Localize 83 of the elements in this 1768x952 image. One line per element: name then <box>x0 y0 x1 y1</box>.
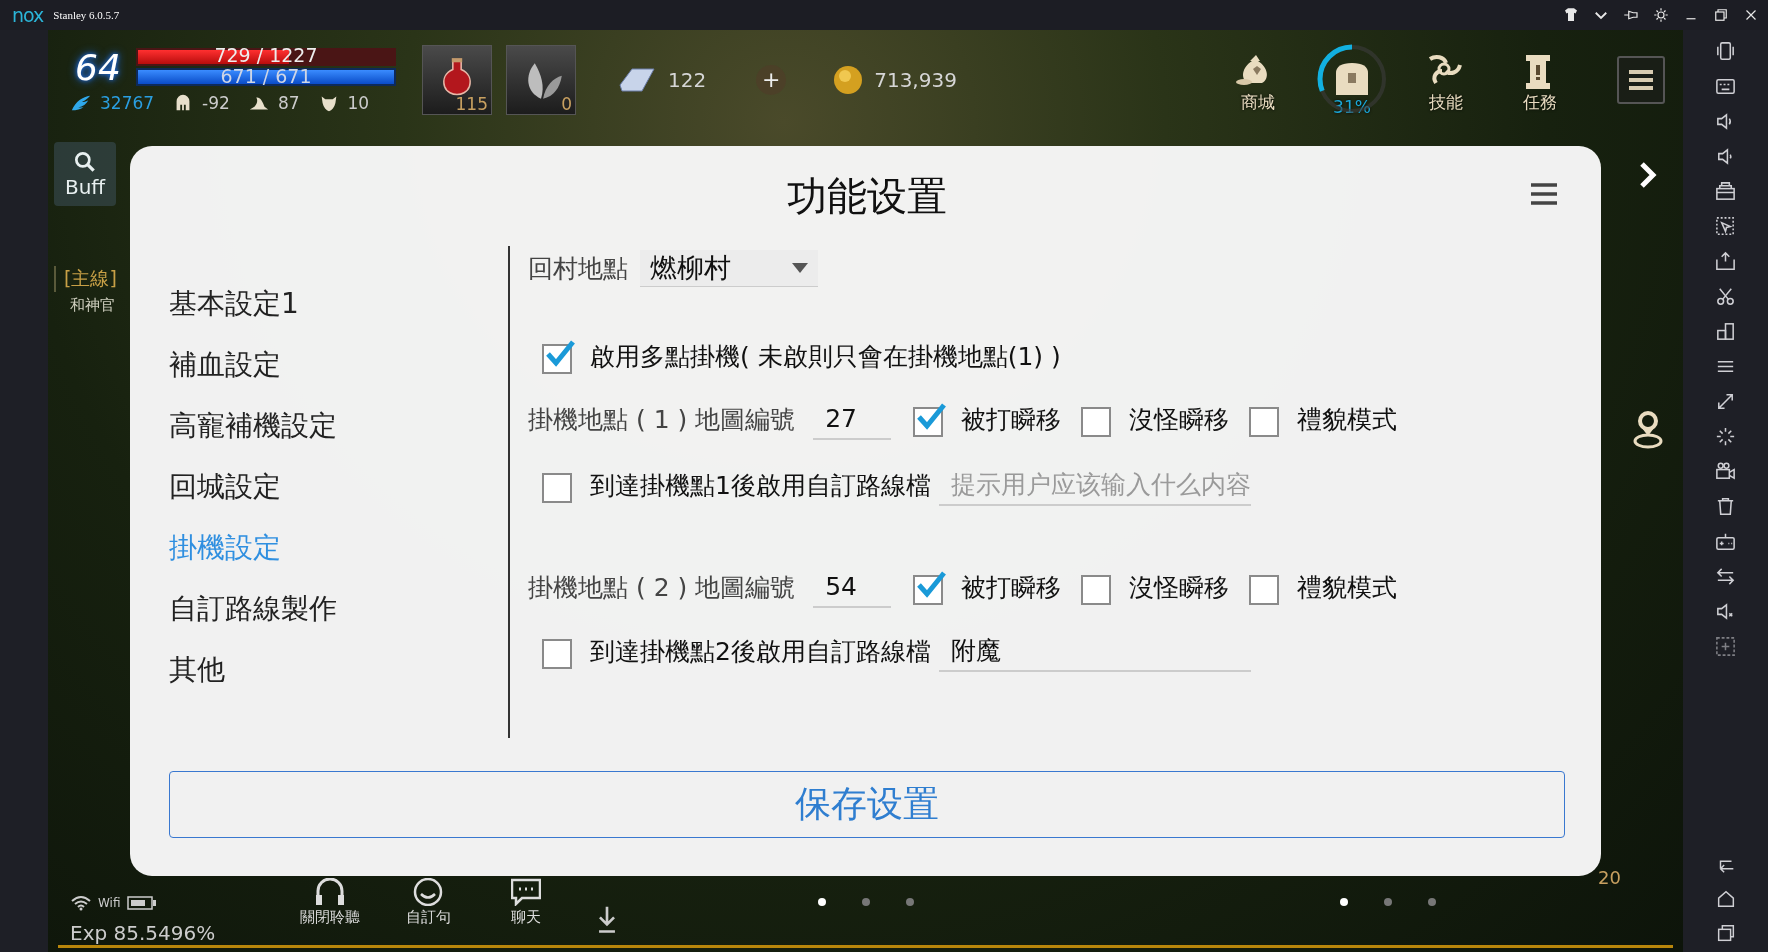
level-number: 64 <box>74 46 122 88</box>
page-dot[interactable] <box>1384 898 1392 906</box>
add-window-icon[interactable] <box>1714 635 1737 658</box>
checkbox-label: 到達掛機點1後啟用自訂路線檔 <box>590 469 931 502</box>
page-dot[interactable] <box>1340 898 1348 906</box>
dropdown-arrow-icon <box>792 262 808 273</box>
checkbox-label: 被打瞬移 <box>961 571 1062 604</box>
wifi-label: Wifi <box>98 896 121 910</box>
item-slot[interactable]: 0 <box>506 45 576 115</box>
dialog-title: 功能设置 <box>787 171 947 221</box>
hud-menu-button[interactable]: 商城 <box>1219 46 1297 114</box>
checkbox-label: 啟用多點掛機( 未啟則只會在掛機地點(1) ) <box>590 340 1061 373</box>
page-dot[interactable] <box>906 898 914 906</box>
checkbox-label: 沒怪瞬移 <box>1129 403 1230 436</box>
pointer-select-icon[interactable] <box>1714 215 1737 238</box>
field-label: 掛機地點 ( 1 ) 地圖編號 <box>528 403 796 436</box>
settings-menu-item[interactable]: 補血設定 <box>169 344 281 386</box>
checkbox-label: 禮貌模式 <box>1297 403 1398 436</box>
field-label: 掛機地點 ( 2 ) 地圖編號 <box>528 571 796 604</box>
battery-icon <box>126 895 157 911</box>
settings-menu-item[interactable]: 自訂路線製作 <box>169 588 337 630</box>
stat-value: 87 <box>277 92 300 113</box>
smiley-icon <box>413 877 443 906</box>
route-file-field[interactable]: 附魔 <box>938 630 1251 672</box>
checkbox-label: 到達掛機點2後啟用自訂路線檔 <box>590 635 931 668</box>
page-dot[interactable] <box>862 898 870 906</box>
multi-window-icon[interactable] <box>1714 320 1737 343</box>
checkbox[interactable] <box>542 338 578 374</box>
toolbox-icon[interactable] <box>1714 180 1737 203</box>
hud-menu-button[interactable]: 任務 <box>1501 46 1579 114</box>
add-button[interactable]: + <box>756 65 787 95</box>
apk-install-icon[interactable] <box>1714 250 1737 273</box>
chat-button[interactable]: 關閉聆聽 <box>290 877 370 927</box>
download-arrow-icon[interactable] <box>596 905 618 935</box>
coin-icon <box>832 64 865 96</box>
field-label: 回村地點 <box>528 252 628 285</box>
settings-menu-item[interactable]: 高寵補機設定 <box>169 405 337 447</box>
window-title: Stanley 6.0.5.7 <box>53 9 120 21</box>
speech-bubble-icon <box>511 877 541 906</box>
item-count: 20 <box>1598 867 1621 888</box>
chat-button[interactable]: 自訂句 <box>388 877 468 927</box>
page-dot[interactable] <box>818 898 826 906</box>
mp-reading: 671 / 671 <box>219 65 313 87</box>
phone-icon[interactable] <box>1714 40 1737 63</box>
search-icon <box>72 149 98 175</box>
save-button[interactable]: 保存设置 <box>169 771 1565 838</box>
route-file-field[interactable]: 提示用户应该输入什么内容 <box>938 464 1251 506</box>
settings-menu-item[interactable]: 其他 <box>169 649 225 691</box>
loading-icon[interactable] <box>1714 425 1737 448</box>
item-count: 115 <box>455 94 488 114</box>
crystal-icon <box>616 65 658 95</box>
shirt-icon[interactable] <box>1562 6 1580 24</box>
map-number-field[interactable]: 54 <box>813 566 892 608</box>
menu-icon <box>1627 68 1655 92</box>
map-pin-icon[interactable] <box>1631 408 1665 450</box>
exp-reading: Exp 85.5496% <box>70 921 217 945</box>
checkbox-label: 被打瞬移 <box>961 403 1062 436</box>
coin-count: 713,939 <box>874 68 957 92</box>
stat-value: 10 <box>347 92 370 113</box>
item-slot[interactable]: 115 <box>422 45 492 115</box>
emulator-logo: nox <box>12 4 44 26</box>
village-dropdown[interactable]: 燃柳村 <box>640 249 818 287</box>
stat-value: 32767 <box>100 92 155 113</box>
chevron-right-icon[interactable] <box>1637 160 1659 190</box>
settings-menu-item[interactable]: 回城設定 <box>169 466 281 508</box>
buff-button[interactable]: Buff <box>54 142 116 206</box>
wifi-icon <box>70 895 92 911</box>
quest-text: 和神官 <box>69 296 116 315</box>
checkbox-label: 禮貌模式 <box>1297 571 1398 604</box>
page-dot[interactable] <box>1428 898 1436 906</box>
menu-icon[interactable] <box>1529 182 1559 206</box>
gem-count: 122 <box>668 68 707 92</box>
settings-icon[interactable] <box>1652 6 1670 24</box>
headset-icon <box>315 877 345 906</box>
menu-button[interactable] <box>1617 56 1665 104</box>
restore-icon[interactable] <box>1712 6 1730 24</box>
checkbox-label: 沒怪瞬移 <box>1129 571 1230 604</box>
item-count: 0 <box>561 94 572 114</box>
chat-button[interactable]: 聊天 <box>486 877 566 927</box>
bag-fill-reading: 31% <box>1333 97 1371 117</box>
map-number-field[interactable]: 27 <box>813 398 892 440</box>
stat-value: -92 <box>202 92 230 113</box>
hud-menu-button[interactable]: 技能 <box>1407 46 1485 114</box>
